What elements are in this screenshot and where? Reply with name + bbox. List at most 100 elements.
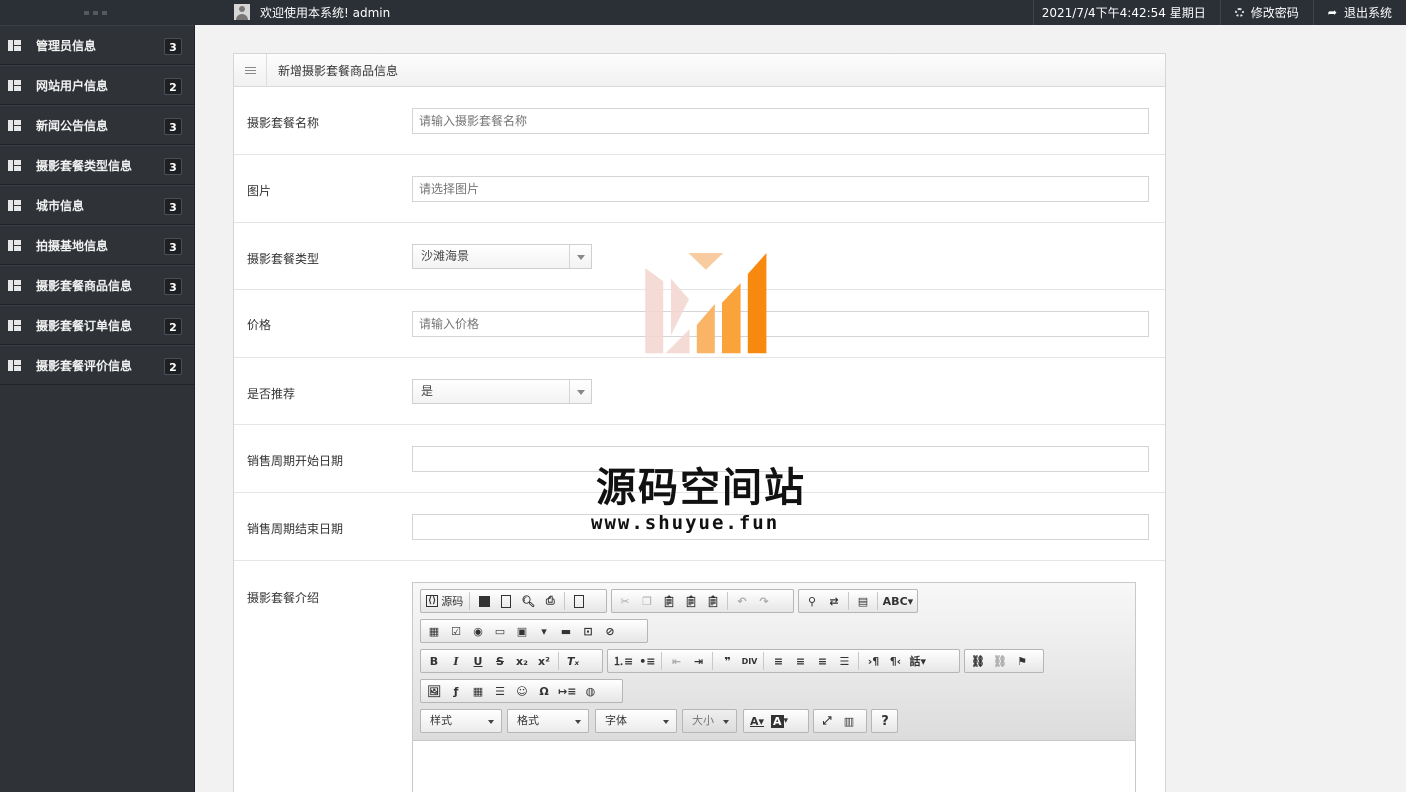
italic-button[interactable]: I [446,651,466,671]
price-input[interactable] [412,311,1149,337]
field-label: 图片 [247,184,272,198]
checkbox-button[interactable]: ☑ [446,621,466,641]
sidebar-collapse-handle[interactable] [0,0,195,25]
toolbar-group-forms: ▦ ☑ ◉ ▭ ▣ ▾ ▬ ⊡ ⊘ [420,619,648,643]
flash-button[interactable]: ƒ [446,681,466,701]
change-password-button[interactable]: 修改密码 [1219,0,1313,25]
align-justify-button[interactable]: ☰ [834,651,854,671]
align-left-icon: ≡ [773,654,784,668]
combo-label: 大小 [692,714,714,727]
sidebar-item-cities[interactable]: 城市信息 3 [0,185,194,225]
editor-content-area[interactable] [413,741,1135,792]
form-button-button[interactable]: ▬ [556,621,576,641]
select-all-button[interactable]: ▤ [853,591,873,611]
sidebar-item-reviews[interactable]: 摄影套餐评价信息 2 [0,345,194,385]
recommend-select[interactable]: 是 [412,379,592,404]
select-field-button[interactable]: ▾ [534,621,554,641]
bold-button[interactable]: B [424,651,444,671]
textfield-button[interactable]: ▭ [490,621,510,641]
package-name-input[interactable] [412,108,1149,134]
paste-word-button[interactable]: 📋︎ [703,591,723,611]
font-size-combo[interactable]: 大小 [682,709,737,733]
watermark-title: 源码空间站 [596,465,806,511]
style-combo[interactable]: 样式 [420,709,502,733]
underline-button[interactable]: U [468,651,488,671]
preview-button[interactable]: 🔍︎ [518,591,538,611]
radio-button[interactable]: ◉ [468,621,488,641]
bulleted-list-button[interactable]: •≡ [637,651,657,671]
align-center-button[interactable]: ≡ [790,651,810,671]
image-button[interactable]: 🖼︎ [424,681,444,701]
find-button[interactable]: ⚲ [802,591,822,611]
undo-button[interactable]: ↶ [732,591,752,611]
remove-format-button[interactable]: Tₓ [563,651,583,671]
text-color-button[interactable]: A▾ [747,711,767,731]
paste-button[interactable]: 📋︎ [659,591,679,611]
sidebar-item-label: 网站用户信息 [36,78,109,93]
numbered-list-button[interactable]: ⒈≡ [611,651,635,671]
bg-color-button[interactable]: A ▾ [769,711,790,731]
ltr-button[interactable]: ›¶ [863,651,883,671]
end-date-input[interactable] [412,514,1149,540]
align-left-button[interactable]: ≡ [768,651,788,671]
smiley-button[interactable]: ☺ [512,681,532,701]
list-icon [234,53,267,87]
subscript-button[interactable]: x₂ [512,651,532,671]
image-button-button[interactable]: ⊡ [578,621,598,641]
indent-button[interactable]: ⇥ [688,651,708,671]
copy-button[interactable]: ❐ [637,591,657,611]
link-button[interactable]: ⛓ [968,651,988,671]
replace-button[interactable]: ⇄ [824,591,844,611]
unlink-button[interactable]: ⛓ [990,651,1010,671]
anchor-button[interactable]: ⚑ [1012,651,1032,671]
horizontal-rule-button[interactable]: ☰ [490,681,510,701]
form-button[interactable]: ▦ [424,621,444,641]
logout-label: 退出系统 [1343,6,1392,20]
iframe-button[interactable]: ◍ [580,681,600,701]
hidden-field-button[interactable]: ⊘ [600,621,620,641]
sidebar-item-bases[interactable]: 拍摄基地信息 3 [0,225,194,265]
show-blocks-button[interactable]: ▥ [839,711,859,731]
align-right-button[interactable]: ≡ [812,651,832,671]
outdent-button[interactable]: ⇤ [666,651,686,671]
new-page-button[interactable] [496,591,516,611]
textarea-button[interactable]: ▣ [512,621,532,641]
dashboard-icon [8,39,21,51]
maximize-button[interactable]: ⤢ [817,711,837,731]
superscript-button[interactable]: x² [534,651,554,671]
toolbar-group-colors: A▾ A ▾ [743,709,809,733]
sidebar-item-orders[interactable]: 摄影套餐订单信息 2 [0,305,194,345]
cut-button[interactable]: ✂ [615,591,635,611]
sidebar-item-products[interactable]: 摄影套餐商品信息 3 [0,265,194,305]
rtl-button[interactable]: ¶‹ [885,651,905,671]
save-button[interactable] [474,591,494,611]
table-button[interactable]: ▦ [468,681,488,701]
help-button[interactable]: ? [875,711,895,731]
unlink-icon: ⛓ [993,654,1007,668]
logout-button[interactable]: ➦ 退出系统 [1312,0,1406,25]
font-combo[interactable]: 字体 [595,709,677,733]
redo-button[interactable]: ↷ [754,591,774,611]
print-button[interactable]: ⎙ [540,591,560,611]
spellcheck-button[interactable]: ABC▾ [882,591,914,611]
div-button[interactable]: DIV [739,651,759,671]
paste-text-button[interactable]: 📋︎ [681,591,701,611]
source-button[interactable]: ⟨⟩ 源码 [424,591,465,611]
sidebar-item-admin[interactable]: 管理员信息 3 [0,25,194,65]
format-combo[interactable]: 格式 [507,709,589,733]
special-char-button[interactable]: Ω [534,681,554,701]
sidebar-item-users[interactable]: 网站用户信息 2 [0,65,194,105]
blockquote-button[interactable]: ❞ [717,651,737,671]
count-badge: 2 [164,318,182,335]
sidebar-item-package-types[interactable]: 摄影套餐类型信息 3 [0,145,194,185]
templates-button[interactable] [569,591,589,611]
bold-icon: B [429,654,439,668]
language-button[interactable]: 話▾ [907,651,928,671]
package-type-select[interactable]: 沙滩海景 [412,244,592,269]
sidebar-item-news[interactable]: 新闻公告信息 3 [0,105,194,145]
strike-button[interactable]: S [490,651,510,671]
subscript-icon: x₂ [516,654,528,668]
image-input[interactable] [412,176,1149,202]
count-badge: 3 [164,118,182,135]
page-break-button[interactable]: ↦≡ [556,681,578,701]
